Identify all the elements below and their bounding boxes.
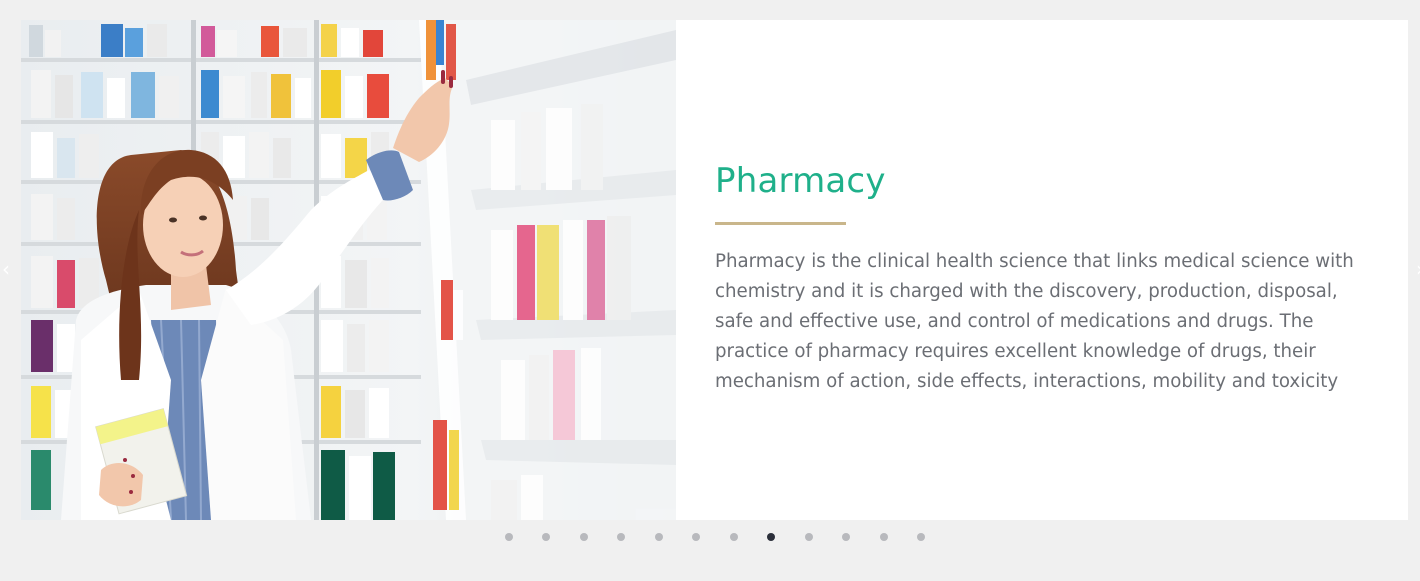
slide-description: Pharmacy is the clinical health science …: [715, 251, 1354, 392]
title-underline: [715, 222, 846, 225]
carousel-dot[interactable]: [917, 533, 925, 541]
carousel-dot[interactable]: [692, 533, 700, 541]
slide-content: Pharmacy Pharmacy is the clinical health…: [715, 158, 1365, 397]
carousel-dot[interactable]: [805, 533, 813, 541]
pharmacy-photo: [21, 20, 676, 520]
chevron-right-icon[interactable]: ›: [1412, 258, 1420, 280]
slide-title: Pharmacy: [715, 161, 886, 201]
carousel-dot[interactable]: [505, 533, 513, 541]
chevron-left-icon[interactable]: ‹: [0, 258, 14, 280]
carousel-dot[interactable]: [880, 533, 888, 541]
carousel-dot[interactable]: [542, 533, 550, 541]
carousel-dot[interactable]: [842, 533, 850, 541]
carousel-dot[interactable]: [617, 533, 625, 541]
carousel-dot[interactable]: [580, 533, 588, 541]
carousel-dot[interactable]: [730, 533, 738, 541]
carousel-dot-active[interactable]: [767, 533, 775, 541]
carousel-dot[interactable]: [655, 533, 663, 541]
carousel-pagination: [0, 533, 1420, 543]
carousel-slide: Pharmacy Pharmacy is the clinical health…: [21, 20, 1408, 520]
